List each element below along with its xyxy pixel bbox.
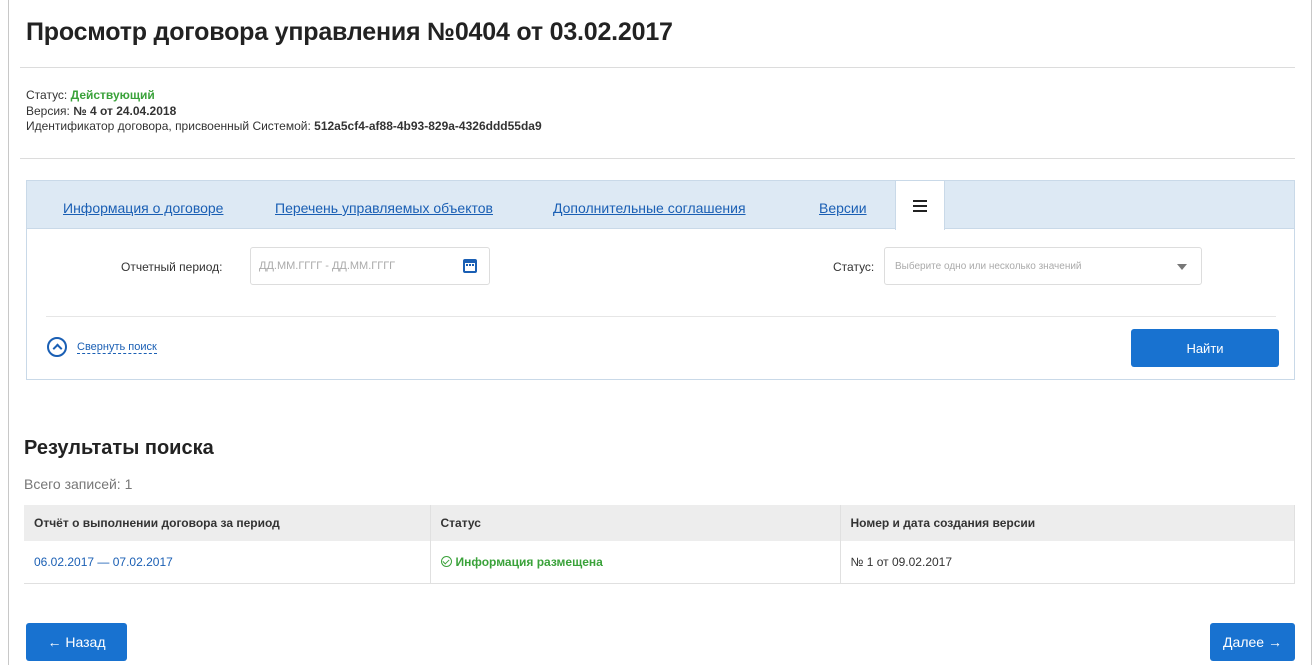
chevron-up-circle-icon: [47, 337, 67, 357]
back-button[interactable]: ← Назад: [26, 623, 127, 661]
column-header-version: Номер и дата создания версии: [840, 505, 1295, 541]
column-header-period: Отчёт о выполнении договора за период: [24, 505, 431, 541]
contract-version: Версия: № 4 от 24.04.2018: [26, 104, 176, 118]
check-circle-icon: [440, 555, 452, 567]
identifier-label: Идентификатор договора, присвоенный Сист…: [26, 119, 311, 133]
tab-reports[interactable]: [895, 181, 945, 230]
status-filter-label: Статус:: [833, 260, 875, 274]
calendar-icon[interactable]: [463, 259, 477, 273]
tab-versions[interactable]: Версии: [819, 200, 867, 216]
period-placeholder: ДД.ММ.ГГГГ - ДД.ММ.ГГГГ: [259, 260, 396, 272]
search-panel: Информация о договоре Перечень управляем…: [26, 180, 1295, 380]
list-icon: [913, 199, 927, 212]
contract-status: Статус: Действующий: [26, 88, 155, 102]
results-title: Результаты поиска: [24, 437, 214, 459]
column-header-status: Статус: [430, 505, 841, 541]
contract-identifier: Идентификатор договора, присвоенный Сист…: [26, 119, 542, 133]
table-row: 06.02.2017 — 07.02.2017 Информация разме…: [24, 541, 1295, 584]
tab-managed-objects[interactable]: Перечень управляемых объектов: [275, 200, 493, 216]
status-label: Статус:: [26, 88, 68, 102]
page-title: Просмотр договора управления №0404 от 03…: [26, 18, 673, 46]
divider: [20, 67, 1295, 68]
status-placeholder: Выберите одно или несколько значений: [895, 261, 1082, 272]
row-status: Информация размещена: [455, 554, 603, 569]
divider: [46, 316, 1276, 317]
divider: [20, 158, 1295, 159]
tab-additional-agreements[interactable]: Дополнительные соглашения: [553, 200, 746, 216]
results-table: Отчёт о выполнении договора за период Ст…: [24, 505, 1295, 584]
next-button[interactable]: Далее →: [1210, 623, 1295, 661]
period-label: Отчетный период:: [121, 260, 223, 274]
status-value: Действующий: [70, 88, 155, 102]
version-label: Версия:: [26, 104, 70, 118]
table-header-row: Отчёт о выполнении договора за период Ст…: [24, 505, 1295, 541]
identifier-value: 512a5cf4-af88-4b93-829a-4326ddd55da9: [314, 119, 542, 133]
cell-period: 06.02.2017 — 07.02.2017: [24, 541, 431, 584]
chevron-down-icon: [1177, 264, 1187, 270]
version-value: № 4 от 24.04.2018: [73, 104, 177, 118]
results-count: Всего записей: 1: [24, 476, 133, 492]
collapse-search-link[interactable]: Свернуть поиск: [77, 341, 157, 354]
find-button[interactable]: Найти: [1131, 329, 1279, 367]
tab-contract-info[interactable]: Информация о договоре: [63, 200, 223, 216]
cell-status: Информация размещена: [430, 541, 841, 584]
period-date-input[interactable]: ДД.ММ.ГГГГ - ДД.ММ.ГГГГ: [250, 247, 490, 285]
tabs-bar: Информация о договоре Перечень управляем…: [27, 181, 1294, 230]
collapse-search-toggle[interactable]: Свернуть поиск: [47, 337, 157, 357]
status-select[interactable]: Выберите одно или несколько значений: [884, 247, 1202, 285]
period-link[interactable]: 06.02.2017 — 07.02.2017: [34, 555, 173, 569]
cell-version: № 1 от 09.02.2017: [840, 541, 1295, 584]
